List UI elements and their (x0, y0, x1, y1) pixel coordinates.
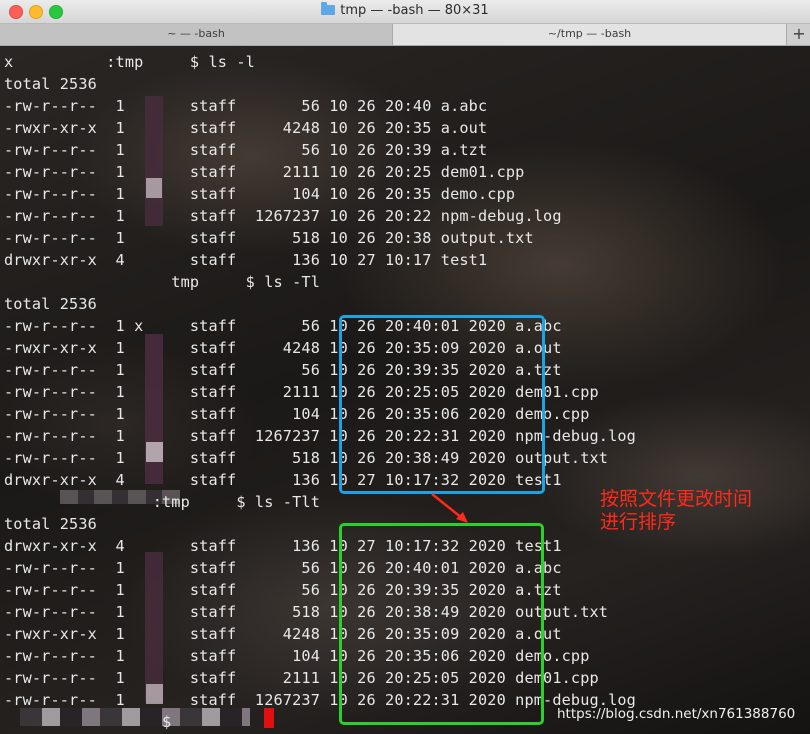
terminal-line: :tmp $ ls -Tlt (4, 493, 320, 511)
terminal-line: x :tmp $ ls -l (4, 53, 255, 71)
terminal-window: tmp — -bash — 80×31 ~ — -bash ~/tmp — -b… (0, 0, 810, 734)
watermark: https://blog.csdn.net/xn761388760 (557, 706, 796, 722)
terminal-cursor (264, 708, 274, 728)
tab-tmp-bash[interactable]: ~/tmp — -bash (393, 24, 786, 45)
window-title: tmp — -bash — 80×31 (340, 3, 489, 18)
terminal-screen[interactable]: x :tmp $ ls -l total 2536 -rw-r--r-- 1 sta… (0, 46, 810, 734)
title-bar[interactable]: tmp — -bash — 80×31 (0, 0, 810, 24)
ls-Tl-timestamp-highlight (339, 315, 545, 494)
terminal-line: -rwxr-xr-x 1 staff 4248 10 26 20:35 a.ou… (4, 119, 488, 137)
annotation-arrow-icon (431, 493, 468, 523)
terminal-line: -rw-r--r-- 1 staff 518 10 26 20:38 outpu… (4, 229, 534, 247)
terminal-line: -rw-r--r-- 1 staff 56 10 26 20:40 a.abc (4, 97, 488, 115)
terminal-line: total 2536 (4, 75, 97, 93)
annotation-line-2: 进行排序 (600, 511, 677, 533)
terminal-line: -rw-r--r-- 1 staff 56 10 26 20:39 a.tzt (4, 141, 488, 159)
tab-home-bash[interactable]: ~ — -bash (0, 24, 393, 45)
window-title-container: tmp — -bash — 80×31 (0, 2, 810, 18)
tab-bar: ~ — -bash ~/tmp — -bash + (0, 24, 810, 46)
terminal-line: drwxr-xr-x 4 staff 136 10 27 10:17 test1 (4, 251, 488, 269)
terminal-line: tmp $ ls -Tl (4, 273, 320, 291)
terminal-line: -rw-r--r-- 1 staff 1267237 10 26 20:22 n… (4, 207, 562, 225)
new-tab-button[interactable]: + (786, 24, 810, 45)
annotation-line-1: 按照文件更改时间 (600, 488, 753, 510)
terminal-line: total 2536 (4, 295, 97, 313)
terminal-line: -rw-r--r-- 1 staff 2111 10 26 20:25 dem0… (4, 163, 525, 181)
folder-icon (321, 2, 336, 15)
terminal-line: -rw-r--r-- 1 staff 104 10 26 20:35 demo.… (4, 185, 516, 203)
sort-annotation: 按照文件更改时间 进行排序 (600, 488, 810, 534)
ls-Tlt-timestamp-highlight (339, 523, 544, 725)
